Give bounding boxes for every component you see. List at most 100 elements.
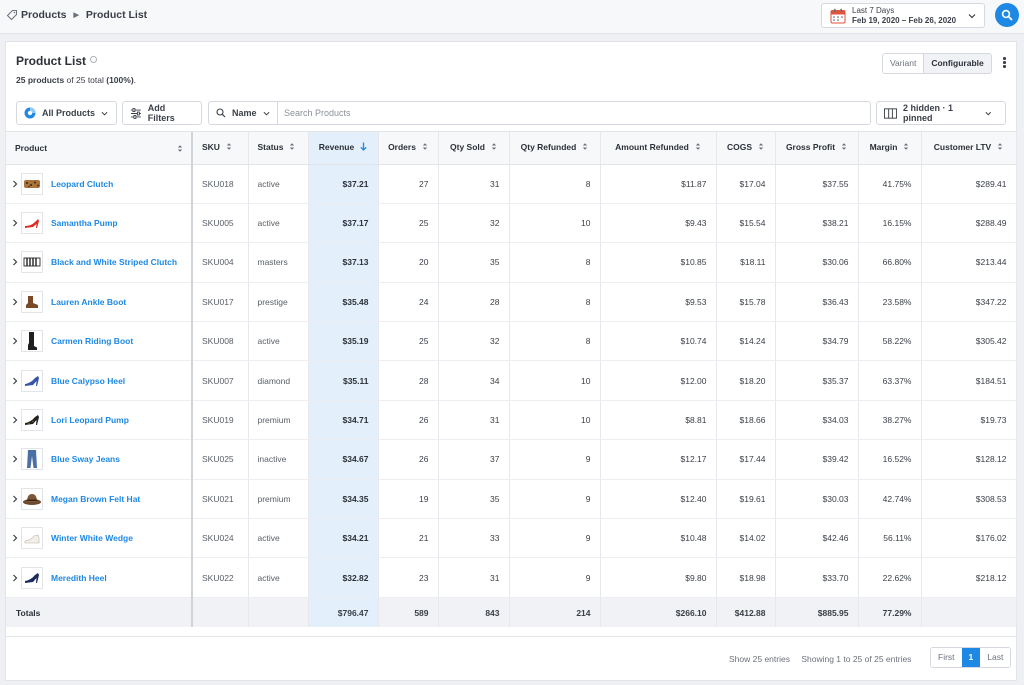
product-cell: Black and White Striped Clutch xyxy=(6,242,193,283)
margin-cell: 58.22% xyxy=(858,321,922,362)
chevron-right-icon[interactable] xyxy=(12,180,18,188)
column-header-revenue[interactable]: Revenue xyxy=(308,132,379,165)
table-row[interactable]: Blue Sway Jeans SKU025 inactive $34.67 26 37 9… xyxy=(6,439,1017,480)
column-header-qty-sold[interactable]: Qty Sold xyxy=(438,132,510,165)
qty-refunded-cell: 8 xyxy=(509,164,601,204)
product-cell: Winter White Wedge xyxy=(6,518,193,559)
chevron-right-icon[interactable] xyxy=(12,455,18,463)
product-name-link[interactable]: Meredith Heel xyxy=(51,573,107,583)
column-header-customer-ltv[interactable]: Customer LTV xyxy=(921,132,1017,165)
chevron-right-icon[interactable] xyxy=(12,219,18,227)
product-count-summary: 25 products of 25 total (100%). xyxy=(16,75,137,85)
first-page-button[interactable]: First xyxy=(931,648,962,667)
qty-sold-cell: 31 xyxy=(438,557,510,598)
product-name-link[interactable]: Leopard Clutch xyxy=(51,179,113,189)
date-range-picker[interactable]: Last 7 Days Feb 19, 2020 – Feb 26, 2020 xyxy=(821,3,985,28)
column-header-gross-profit[interactable]: Gross Profit xyxy=(775,132,859,165)
table-row[interactable]: Megan Brown Felt Hat SKU021 premium $34.35 1… xyxy=(6,479,1017,520)
chevron-right-icon[interactable] xyxy=(12,377,18,385)
jeans-icon xyxy=(21,448,43,471)
table-row[interactable]: Lauren Ankle Boot SKU017 prestige $35.48 24 2… xyxy=(6,282,1017,323)
sku-cell: SKU021 xyxy=(192,479,249,520)
qty-refunded-cell: 10 xyxy=(509,203,601,244)
amount-refunded-cell: $11.87 xyxy=(600,164,717,204)
gross-profit-cell: $33.70 xyxy=(775,557,859,598)
customer-ltv-cell: $308.53 xyxy=(921,479,1017,520)
table-row[interactable]: Black and White Striped Clutch SKU004 mast… xyxy=(6,242,1017,283)
orders-cell: 25 xyxy=(378,203,439,244)
table-header-row: Product SKU Status Revenue Orders Qty So… xyxy=(6,132,1017,165)
column-header-margin[interactable]: Margin xyxy=(858,132,922,165)
status-cell: active xyxy=(248,321,309,362)
status-cell: active xyxy=(248,557,309,598)
cogs-cell: $15.54 xyxy=(716,203,776,244)
view-variant-button[interactable]: Variant xyxy=(883,54,924,73)
last-page-button[interactable]: Last xyxy=(980,648,1011,667)
global-search-button[interactable] xyxy=(995,3,1019,27)
info-icon[interactable] xyxy=(90,56,98,63)
product-name-link[interactable]: Samantha Pump xyxy=(51,218,118,228)
product-table: Product SKU Status Revenue Orders Qty So… xyxy=(6,131,1017,628)
calendar-icon xyxy=(830,8,846,23)
clutch-icon xyxy=(21,172,43,195)
chevron-right-icon[interactable] xyxy=(12,416,18,424)
product-name-link[interactable]: Lori Leopard Pump xyxy=(51,415,129,425)
chevron-right-icon[interactable] xyxy=(12,258,18,266)
chevron-right-icon[interactable] xyxy=(12,298,18,306)
column-header-status[interactable]: Status xyxy=(248,132,309,165)
navy-heel-icon xyxy=(21,566,43,589)
search-input[interactable] xyxy=(278,103,870,123)
column-header-qty-refunded[interactable]: Qty Refunded xyxy=(509,132,601,165)
column-header-amount-refunded[interactable]: Amount Refunded xyxy=(600,132,717,165)
table-row[interactable]: Lori Leopard Pump SKU019 premium $34.71 26 31… xyxy=(6,400,1017,441)
gross-profit-cell: $36.43 xyxy=(775,282,859,323)
qty-sold-cell: 31 xyxy=(438,400,510,441)
product-name-link[interactable]: Winter White Wedge xyxy=(51,533,133,543)
segment-dropdown[interactable]: All Products xyxy=(16,101,117,125)
revenue-cell: $34.67 xyxy=(308,439,379,480)
chevron-right-icon[interactable] xyxy=(12,495,18,503)
column-header-cogs[interactable]: COGS xyxy=(716,132,776,165)
columns-button[interactable]: 2 hidden · 1 pinned xyxy=(876,101,1006,125)
search-icon xyxy=(1001,9,1013,21)
totals-label: Totals xyxy=(6,596,193,628)
table-row[interactable]: Blue Calypso Heel SKU007 diamond $35.11 28 34… xyxy=(6,360,1017,401)
product-name-link[interactable]: Lauren Ankle Boot xyxy=(51,297,126,307)
ankle-boot-icon xyxy=(21,290,43,313)
show-entries-dropdown[interactable]: Show 25 entries xyxy=(729,654,790,664)
gross-profit-cell: $34.03 xyxy=(775,400,859,441)
table-row[interactable]: Samantha Pump SKU005 active $37.17 25 32 10 $9.… xyxy=(6,203,1017,244)
chevron-right-icon[interactable] xyxy=(12,534,18,542)
sku-cell: SKU022 xyxy=(192,557,249,598)
breadcrumb-products-link[interactable]: Products xyxy=(21,9,67,21)
product-name-link[interactable]: Blue Calypso Heel xyxy=(51,376,125,386)
sliders-icon xyxy=(130,107,141,119)
sku-cell: SKU017 xyxy=(192,282,249,323)
product-name-link[interactable]: Carmen Riding Boot xyxy=(51,336,133,346)
cogs-cell: $14.24 xyxy=(716,321,776,362)
column-header-sku[interactable]: SKU xyxy=(192,132,249,165)
chevron-right-icon[interactable] xyxy=(12,574,18,582)
product-name-link[interactable]: Megan Brown Felt Hat xyxy=(51,494,140,504)
table-row[interactable]: Carmen Riding Boot SKU008 active $35.19 25 32… xyxy=(6,321,1017,362)
breadcrumb-caret-icon: ▶ xyxy=(73,12,79,19)
amount-refunded-cell: $12.17 xyxy=(600,439,717,480)
revenue-cell: $37.17 xyxy=(308,203,379,244)
table-row[interactable]: Winter White Wedge SKU024 active $34.21 21 33… xyxy=(6,518,1017,559)
page-button-current[interactable]: 1 xyxy=(961,648,981,667)
product-name-link[interactable]: Blue Sway Jeans xyxy=(51,454,120,464)
customer-ltv-cell: $19.73 xyxy=(921,400,1017,441)
qty-sold-cell: 37 xyxy=(438,439,510,480)
column-header-product[interactable]: Product xyxy=(6,132,193,165)
customer-ltv-cell: $289.41 xyxy=(921,164,1017,204)
table-row[interactable]: Meredith Heel SKU022 active $32.82 23 31 9 $9.8… xyxy=(6,557,1017,598)
add-filters-button[interactable]: Add Filters xyxy=(122,101,202,125)
totals-margin: 77.29% xyxy=(858,596,922,628)
column-header-orders[interactable]: Orders xyxy=(378,132,439,165)
chevron-right-icon[interactable] xyxy=(12,337,18,345)
view-configurable-button[interactable]: Configurable xyxy=(923,54,991,73)
search-field-dropdown[interactable]: Name xyxy=(209,102,278,124)
table-row[interactable]: Leopard Clutch SKU018 active $37.21 27 31 8 $11… xyxy=(6,164,1017,204)
more-options-icon[interactable] xyxy=(1003,57,1007,69)
product-name-link[interactable]: Black and White Striped Clutch xyxy=(51,257,177,267)
